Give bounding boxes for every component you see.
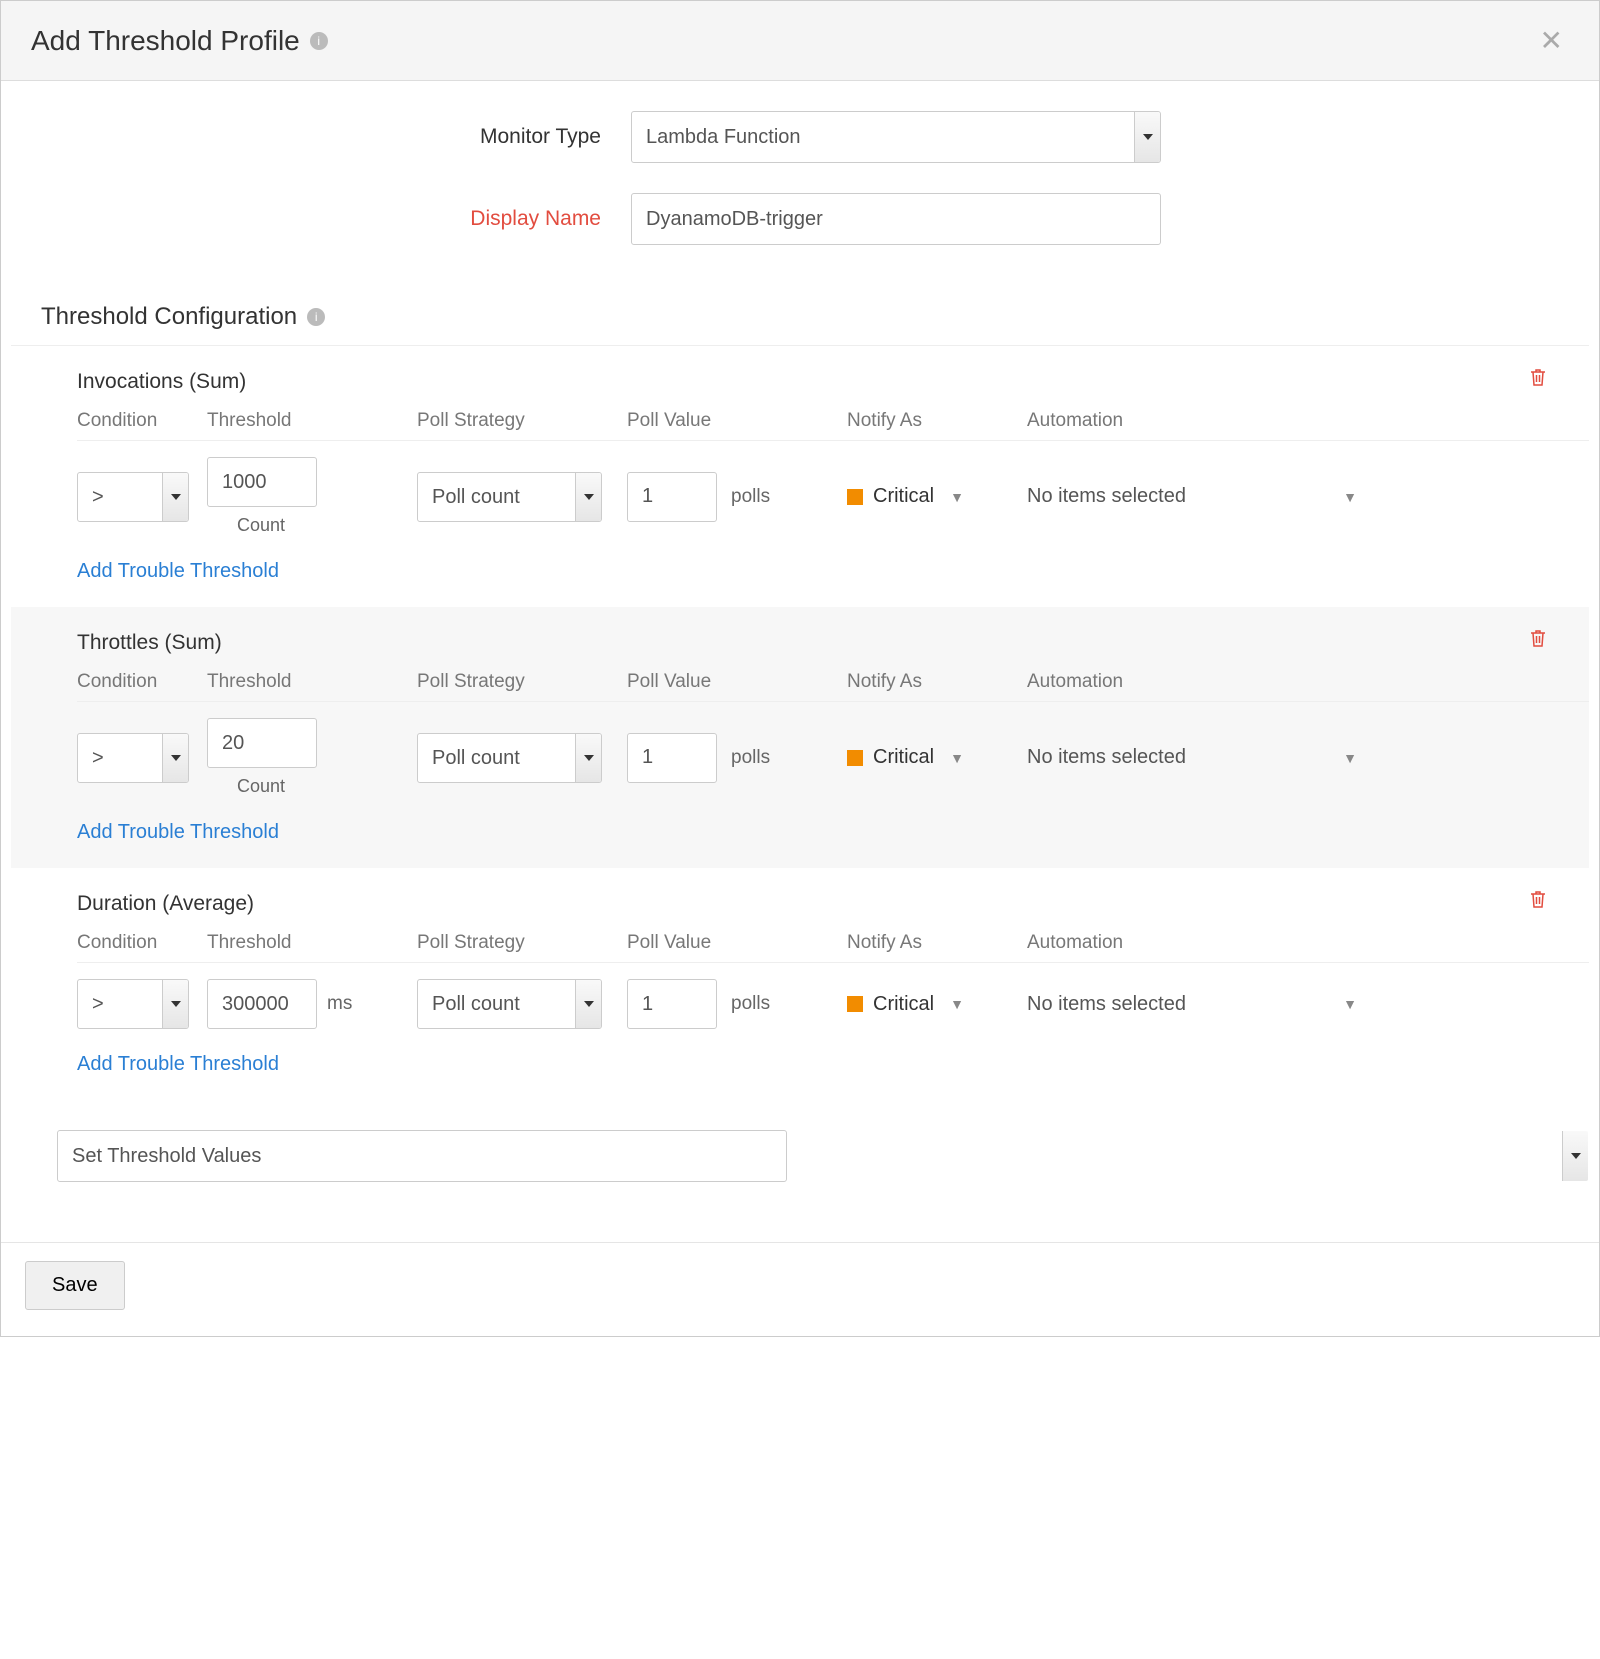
- threshold-input[interactable]: [207, 979, 317, 1029]
- display-name-input[interactable]: [631, 193, 1161, 245]
- header-threshold: Threshold: [207, 671, 417, 693]
- save-button[interactable]: Save: [25, 1261, 125, 1310]
- header-poll-value: Poll Value: [627, 410, 847, 432]
- metric-title: Duration (Average): [77, 892, 1589, 916]
- automation-value: No items selected: [1027, 993, 1186, 1016]
- chevron-down-icon: ▼: [950, 750, 964, 766]
- condition-select[interactable]: >: [77, 472, 189, 522]
- poll-suffix: polls: [731, 486, 770, 508]
- poll-value-input[interactable]: [627, 733, 717, 783]
- header-strategy: Poll Strategy: [417, 410, 627, 432]
- header-poll-value: Poll Value: [627, 932, 847, 954]
- metric-row: > Count Poll count polls Critic: [77, 702, 1589, 797]
- section-header: Threshold Configuration i: [11, 275, 1589, 346]
- poll-suffix: polls: [731, 993, 770, 1015]
- poll-strategy-select[interactable]: Poll count: [417, 472, 602, 522]
- header-condition: Condition: [77, 671, 207, 693]
- column-headers: Condition Threshold Poll Strategy Poll V…: [77, 932, 1589, 963]
- set-threshold-row: Set Threshold Values: [11, 1100, 1589, 1202]
- trash-icon[interactable]: [1523, 627, 1553, 655]
- severity-color-icon: [847, 996, 863, 1012]
- metric-block: Invocations (Sum) Condition Threshold Po…: [11, 346, 1589, 607]
- modal-title: Add Threshold Profile: [31, 25, 300, 57]
- add-trouble-threshold-link[interactable]: Add Trouble Threshold: [77, 1053, 279, 1076]
- chevron-down-icon: ▼: [1343, 750, 1357, 766]
- severity-color-icon: [847, 489, 863, 505]
- poll-value-input[interactable]: [627, 472, 717, 522]
- notify-as-dropdown[interactable]: Critical ▼: [847, 746, 1027, 769]
- column-headers: Condition Threshold Poll Strategy Poll V…: [77, 671, 1589, 702]
- set-threshold-select[interactable]: Set Threshold Values: [57, 1130, 787, 1182]
- poll-value-input[interactable]: [627, 979, 717, 1029]
- header-notify: Notify As: [847, 671, 1027, 693]
- automation-dropdown[interactable]: No items selected ▼: [1027, 485, 1447, 508]
- chevron-down-icon: ▼: [1343, 489, 1357, 505]
- add-trouble-threshold-link[interactable]: Add Trouble Threshold: [77, 560, 279, 583]
- automation-value: No items selected: [1027, 485, 1186, 508]
- metric-row: > ms Poll count polls Critical: [77, 963, 1589, 1029]
- metric-block: Throttles (Sum) Condition Threshold Poll…: [11, 607, 1589, 868]
- set-threshold-select-wrap: Set Threshold Values: [57, 1130, 1589, 1182]
- modal-header: Add Threshold Profile i ✕: [1, 1, 1599, 81]
- metric-row: > Count Poll count polls Critic: [77, 441, 1589, 536]
- column-headers: Condition Threshold Poll Strategy Poll V…: [77, 410, 1589, 441]
- modal-body: Monitor Type Lambda Function Display Nam…: [1, 81, 1599, 1242]
- info-icon[interactable]: i: [307, 308, 325, 326]
- modal-footer: Save: [1, 1242, 1599, 1336]
- automation-dropdown[interactable]: No items selected ▼: [1027, 993, 1447, 1016]
- threshold-input[interactable]: [207, 718, 317, 768]
- severity-color-icon: [847, 750, 863, 766]
- notify-as-dropdown[interactable]: Critical ▼: [847, 485, 1027, 508]
- threshold-unit: ms: [327, 993, 352, 1015]
- automation-value: No items selected: [1027, 746, 1186, 769]
- header-strategy: Poll Strategy: [417, 932, 627, 954]
- monitor-type-row: Monitor Type Lambda Function: [11, 111, 1589, 163]
- header-notify: Notify As: [847, 410, 1027, 432]
- add-trouble-threshold-link[interactable]: Add Trouble Threshold: [77, 821, 279, 844]
- chevron-down-icon: ▼: [950, 996, 964, 1012]
- header-condition: Condition: [77, 932, 207, 954]
- metric-block: Duration (Average) Condition Threshold P…: [11, 868, 1589, 1100]
- threshold-unit: Count: [237, 515, 285, 536]
- notify-as-dropdown[interactable]: Critical ▼: [847, 993, 1027, 1016]
- notify-label: Critical: [873, 746, 934, 769]
- header-notify: Notify As: [847, 932, 1027, 954]
- poll-strategy-select[interactable]: Poll count: [417, 979, 602, 1029]
- chevron-down-icon: ▼: [1343, 996, 1357, 1012]
- trash-icon[interactable]: [1523, 888, 1553, 916]
- header-automation: Automation: [1027, 671, 1447, 693]
- notify-label: Critical: [873, 993, 934, 1016]
- header-automation: Automation: [1027, 410, 1447, 432]
- metrics-container: Invocations (Sum) Condition Threshold Po…: [11, 346, 1589, 1100]
- notify-label: Critical: [873, 485, 934, 508]
- display-name-row: Display Name: [11, 193, 1589, 245]
- section-title: Threshold Configuration: [41, 303, 297, 331]
- metric-title: Invocations (Sum): [77, 370, 1589, 394]
- header-threshold: Threshold: [207, 932, 417, 954]
- monitor-type-select-wrap: Lambda Function: [631, 111, 1161, 163]
- close-icon[interactable]: ✕: [1534, 23, 1569, 58]
- modal-container: Add Threshold Profile i ✕ Monitor Type L…: [0, 0, 1600, 1337]
- poll-strategy-select[interactable]: Poll count: [417, 733, 602, 783]
- chevron-down-icon: [1562, 1131, 1588, 1181]
- automation-dropdown[interactable]: No items selected ▼: [1027, 746, 1447, 769]
- header-automation: Automation: [1027, 932, 1447, 954]
- header-threshold: Threshold: [207, 410, 417, 432]
- info-icon[interactable]: i: [310, 32, 328, 50]
- header-poll-value: Poll Value: [627, 671, 847, 693]
- monitor-type-label: Monitor Type: [11, 125, 631, 149]
- metric-title: Throttles (Sum): [77, 631, 1589, 655]
- display-name-label: Display Name: [11, 207, 631, 231]
- trash-icon[interactable]: [1523, 366, 1553, 394]
- modal-title-wrap: Add Threshold Profile i: [31, 25, 328, 57]
- threshold-unit: Count: [237, 776, 285, 797]
- threshold-input[interactable]: [207, 457, 317, 507]
- monitor-type-select[interactable]: Lambda Function: [631, 111, 1161, 163]
- condition-select[interactable]: >: [77, 979, 189, 1029]
- poll-suffix: polls: [731, 747, 770, 769]
- condition-select[interactable]: >: [77, 733, 189, 783]
- chevron-down-icon: ▼: [950, 489, 964, 505]
- header-condition: Condition: [77, 410, 207, 432]
- header-strategy: Poll Strategy: [417, 671, 627, 693]
